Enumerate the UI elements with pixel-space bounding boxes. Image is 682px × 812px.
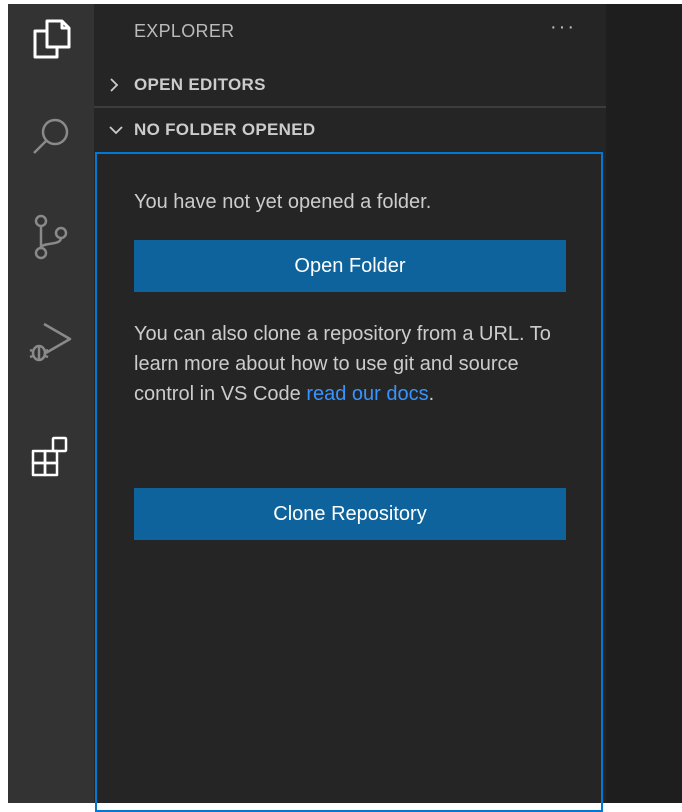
explorer-icon[interactable] — [26, 14, 76, 64]
read-our-docs-link[interactable]: read our docs — [306, 383, 428, 405]
section-label-no-folder-opened: NO FOLDER OPENED — [134, 120, 316, 139]
activity-bar — [8, 4, 94, 803]
no-folder-message: You have not yet opened a folder. — [134, 191, 432, 213]
open-editors-section-header[interactable]: OPEN EDITORS — [94, 64, 606, 106]
chevron-right-icon — [94, 77, 134, 93]
no-folder-opened-section-header[interactable]: NO FOLDER OPENED — [94, 109, 606, 151]
more-actions-button[interactable]: ··· — [550, 16, 576, 39]
run-debug-icon[interactable] — [26, 316, 76, 366]
editor-area — [606, 4, 682, 803]
clone-repository-button[interactable]: Clone Repository — [134, 488, 566, 540]
sidebar-title: EXPLORER — [134, 21, 235, 41]
clone-info-text: You can also clone a repository from a U… — [134, 319, 574, 409]
clone-text-after: . — [428, 383, 435, 405]
section-divider — [94, 106, 606, 108]
search-icon[interactable] — [26, 112, 76, 162]
section-label-open-editors: OPEN EDITORS — [134, 75, 266, 94]
chevron-down-icon — [94, 124, 134, 136]
source-control-icon[interactable] — [26, 212, 76, 262]
extensions-icon[interactable] — [26, 432, 76, 482]
open-folder-button[interactable]: Open Folder — [134, 240, 566, 292]
vscode-window: EXPLORER ··· OPEN EDITORS NO FOLDER OPEN… — [8, 4, 682, 812]
explorer-sidebar: EXPLORER ··· OPEN EDITORS NO FOLDER OPEN… — [94, 4, 606, 812]
